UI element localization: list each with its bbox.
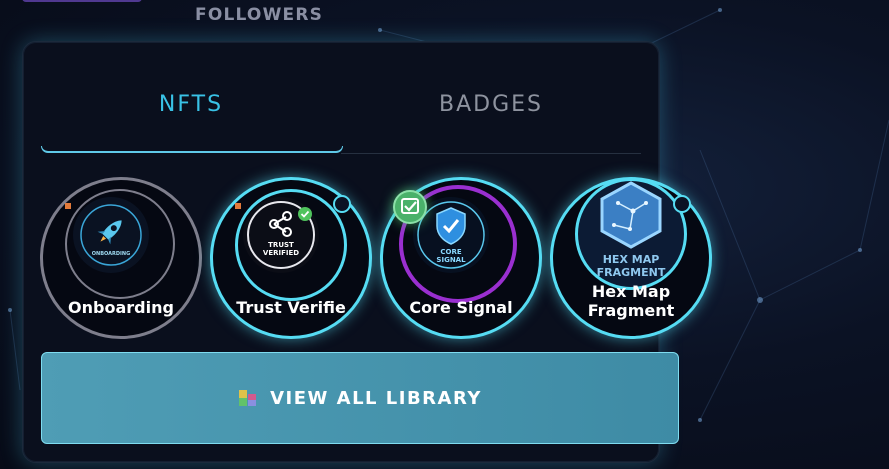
tab-divider <box>341 153 641 154</box>
library-icon <box>239 390 257 406</box>
collection-panel: NFTS BADGES ONBOARDING Onboarding TRUST … <box>22 41 712 463</box>
followers-label: FOLLOWERS <box>195 5 324 25</box>
trust-badge-text-2: VERIFIED <box>263 249 299 257</box>
corner-marker <box>235 203 241 209</box>
nft-inner-ring: HEX MAP FRAGMENT <box>575 178 687 290</box>
trust-badge-text-1: TRUST <box>268 241 294 249</box>
nft-name-onboarding: Onboarding <box>68 298 174 317</box>
nft-card-trust-verified[interactable]: TRUST VERIFIED Trust Verifie <box>210 177 372 339</box>
nft-card-core-signal[interactable]: CORE SIGNAL Core Signal <box>380 177 542 339</box>
nft-name-hex-map-line2: Fragment <box>587 301 675 320</box>
active-tab-indicator <box>41 146 343 153</box>
tab-nfts[interactable]: NFTS <box>41 92 341 117</box>
nft-card-hex-map-fragment[interactable]: HEX MAP FRAGMENT Hex Map Fragment <box>550 177 712 339</box>
check-circle-icon <box>393 190 427 224</box>
hex-badge-text-1: HEX MAP <box>603 253 660 266</box>
collection-tabs: NFTS BADGES <box>41 80 641 154</box>
corner-marker <box>65 203 71 209</box>
notch-icon <box>333 195 351 213</box>
hex-map-icon: HEX MAP FRAGMENT <box>597 181 666 279</box>
onboarding-badge-text: ONBOARDING <box>92 251 130 257</box>
view-all-library-button[interactable]: VIEW ALL LIBRARY <box>41 352 679 444</box>
trust-verified-badge: TRUST VERIFIED <box>243 197 319 273</box>
core-badge-text-1: CORE <box>440 248 461 256</box>
tab-badges[interactable]: BADGES <box>341 92 641 117</box>
nft-card-onboarding[interactable]: ONBOARDING Onboarding <box>40 177 202 339</box>
nft-name-core-signal: Core Signal <box>409 298 513 317</box>
nft-name-trust-verified: Trust Verifie <box>236 298 346 317</box>
view-all-library-label: VIEW ALL LIBRARY <box>270 387 482 409</box>
verified-check-icon <box>298 207 312 221</box>
hex-badge-text-2: FRAGMENT <box>597 266 666 279</box>
nft-name-hex-map-line1: Hex Map <box>591 282 671 301</box>
onboarding-badge: ONBOARDING <box>73 197 149 273</box>
username-highlight <box>22 0 142 2</box>
core-badge-text-2: SIGNAL <box>436 256 466 264</box>
notch-icon <box>673 195 691 213</box>
